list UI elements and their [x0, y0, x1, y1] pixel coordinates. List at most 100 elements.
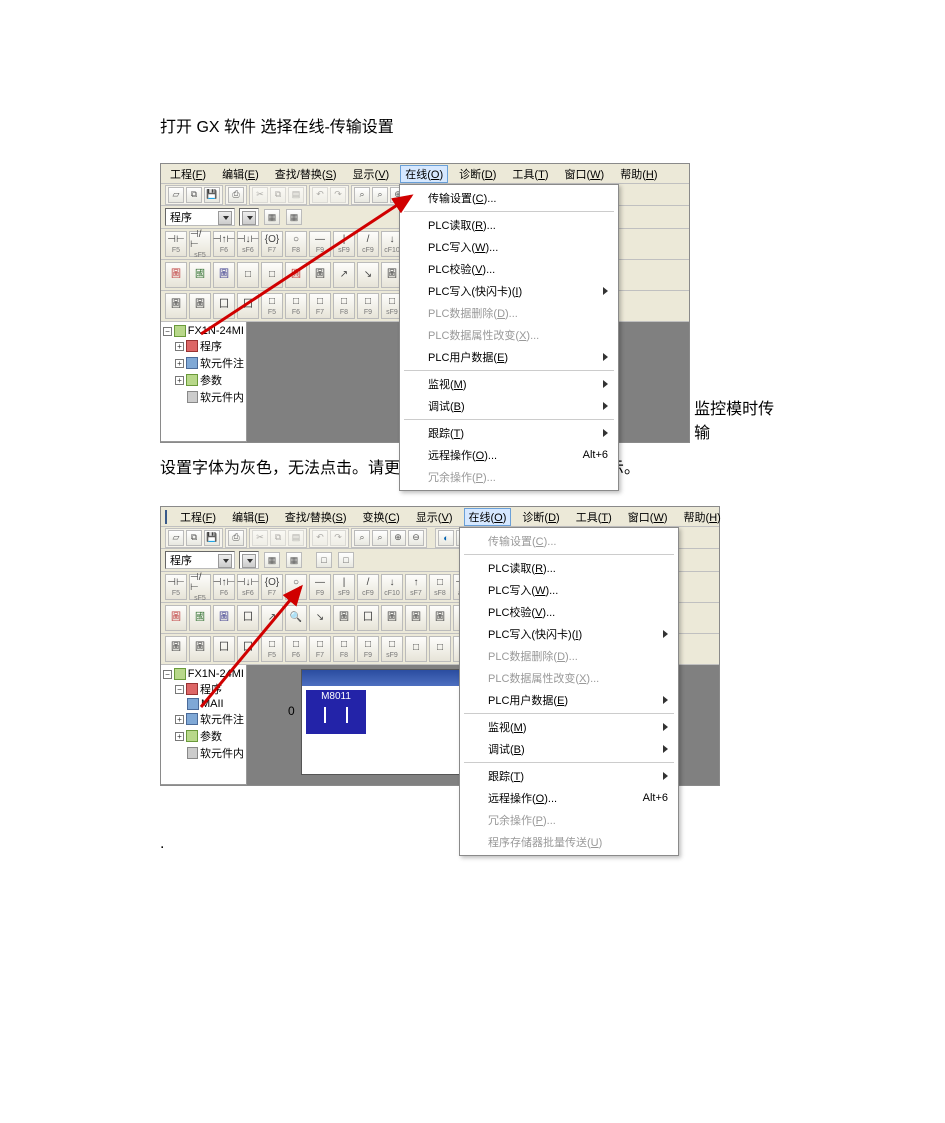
toolbar-button[interactable]: —F9	[309, 574, 331, 600]
menu-item[interactable]: 帮助(H)	[679, 508, 726, 526]
project-tree[interactable]: −FX1N-24MI +程序 +软元件注 +参数 软元件内	[161, 322, 247, 442]
toolbar-button[interactable]: 圖	[309, 262, 331, 288]
menu-item[interactable]: PLC写入(快闪卡)(I)	[400, 280, 618, 302]
menu-item[interactable]: 传输设置(C)...	[400, 187, 618, 209]
find-button[interactable]: ⌕	[354, 530, 370, 546]
menu-item[interactable]: PLC用户数据(E)	[460, 689, 678, 711]
menu-item[interactable]: 跟踪(T)	[400, 422, 618, 444]
menu-item[interactable]: 在线(O)	[400, 165, 448, 183]
tree-toggle-icon[interactable]: −	[163, 327, 172, 336]
tree-toggle-icon[interactable]: −	[163, 670, 172, 679]
toolbar-button[interactable]: □F8	[333, 636, 355, 662]
toolbar-button[interactable]: 囗	[213, 636, 235, 662]
menu-item[interactable]: 远程操作(O)...Alt+6	[400, 444, 618, 466]
tree-toggle-icon[interactable]: +	[175, 715, 184, 724]
tree-device-comment[interactable]: 软元件注	[200, 355, 244, 371]
program-combo[interactable]: 程序	[165, 551, 235, 569]
menu-item[interactable]: 远程操作(O)...Alt+6	[460, 787, 678, 809]
menu-item[interactable]: 在线(O)	[464, 508, 512, 526]
toolbar-button[interactable]: ↘	[309, 605, 331, 631]
toolbar-button[interactable]: 圖	[165, 293, 187, 319]
toolbar-button[interactable]: 囗	[237, 636, 259, 662]
toolbar-button[interactable]: □sF8	[429, 574, 451, 600]
tree-root[interactable]: FX1N-24MI	[188, 668, 244, 680]
menu-item[interactable]: 编辑(E)	[217, 165, 264, 183]
save-button[interactable]: 💾	[204, 187, 220, 203]
tree-device-mem[interactable]: 软元件内	[200, 745, 244, 761]
toolbar-button[interactable]: ○F8	[285, 231, 307, 257]
find-next-button[interactable]: ⌕	[372, 187, 388, 203]
undo-button[interactable]: ↶	[312, 187, 328, 203]
toolbar-button[interactable]: 圖	[165, 636, 187, 662]
online-dropdown-menu[interactable]: 传输设置(C)...PLC读取(R)...PLC写入(W)...PLC校验(V)…	[399, 184, 619, 491]
menu-item[interactable]: 工程(F)	[175, 508, 221, 526]
toolbar-button[interactable]: 國	[189, 605, 211, 631]
toolbar-button[interactable]: ↑sF7	[405, 574, 427, 600]
menu-item[interactable]: 窗口(W)	[559, 165, 609, 183]
menu-item[interactable]: PLC读取(R)...	[460, 557, 678, 579]
toolbar-button[interactable]: 圖	[165, 605, 187, 631]
tree-toggle-icon[interactable]: +	[175, 359, 184, 368]
toolbar-button[interactable]: 圖	[213, 605, 235, 631]
toolbar-button[interactable]: □F5	[261, 293, 283, 319]
toolbar-button[interactable]: □F8	[333, 293, 355, 319]
toolbar-button[interactable]: □F6	[285, 293, 307, 319]
toolbar-button[interactable]: 囗	[213, 293, 235, 319]
menu-item[interactable]: 帮助(H)	[615, 165, 662, 183]
find-button[interactable]: ⌕	[354, 187, 370, 203]
toolbar-button[interactable]: □F7	[309, 293, 331, 319]
toolbar-button[interactable]: 圖	[189, 293, 211, 319]
menu-item[interactable]: PLC读取(R)...	[400, 214, 618, 236]
toolbar-button[interactable]: ⊣/⊢sF5	[189, 231, 211, 257]
toolbar-button[interactable]: ⊣/⊢sF5	[189, 574, 211, 600]
toolbar-button[interactable]: /cF9	[357, 574, 379, 600]
menu-item[interactable]: 监视(M)	[400, 373, 618, 395]
menu-item[interactable]: 工程(F)	[165, 165, 211, 183]
toolbar-button[interactable]: □F9	[357, 293, 379, 319]
toolbar-button[interactable]: ⊣↓⊢sF6	[237, 574, 259, 600]
toolbar-button[interactable]: □	[405, 636, 427, 662]
toolbar-button[interactable]: □sF9	[381, 636, 403, 662]
tree-main[interactable]: MAII	[201, 698, 224, 710]
toolbar-button[interactable]: /cF9	[357, 231, 379, 257]
menu-item[interactable]: 窗口(W)	[623, 508, 673, 526]
toolbar-button[interactable]: ⊣↑⊢F6	[213, 574, 235, 600]
cut-button[interactable]: ✂	[252, 530, 268, 546]
open-file-button[interactable]: ⧉	[186, 187, 202, 203]
toolbar-button[interactable]: 圖	[213, 262, 235, 288]
menu-bar[interactable]: 工程(F)编辑(E)查找/替换(S)变换(C)显示(V)在线(O)诊断(D)工具…	[161, 507, 719, 527]
paste-button[interactable]: ▤	[288, 187, 304, 203]
redo-button[interactable]: ↷	[330, 530, 346, 546]
toolbar-button[interactable]: ↓cF10	[381, 574, 403, 600]
new-file-button[interactable]: ▱	[168, 187, 184, 203]
tb-btn[interactable]: □	[316, 552, 332, 568]
paste-button[interactable]: ▤	[288, 530, 304, 546]
menu-item[interactable]: PLC校验(V)...	[460, 601, 678, 623]
menu-item[interactable]: PLC用户数据(E)	[400, 346, 618, 368]
device-cell[interactable]: M8011	[306, 690, 366, 734]
tree-device-comment[interactable]: 软元件注	[200, 711, 244, 727]
tree-device-mem[interactable]: 软元件内	[200, 389, 244, 405]
find-next-button[interactable]: ⌕	[372, 530, 388, 546]
tree-toggle-icon[interactable]: +	[175, 732, 184, 741]
zoom-button[interactable]: ⊕	[390, 530, 406, 546]
menu-item[interactable]: 工具(T)	[507, 165, 553, 183]
toolbar-button[interactable]: □F5	[261, 636, 283, 662]
tree-program[interactable]: 程序	[200, 338, 222, 354]
toolbar-button[interactable]: □	[237, 262, 259, 288]
tree-program[interactable]: 程序	[200, 681, 222, 697]
toolbar-button[interactable]: 圖	[165, 262, 187, 288]
toolbar-button[interactable]: {O}F7	[261, 231, 283, 257]
redo-button[interactable]: ↷	[330, 187, 346, 203]
menu-item[interactable]: 跟踪(T)	[460, 765, 678, 787]
toolbar-button[interactable]: 圖	[333, 605, 355, 631]
toolbar-button[interactable]: ⊣↑⊢F6	[213, 231, 235, 257]
copy-button[interactable]: ⧉	[270, 187, 286, 203]
menu-item[interactable]: 显示(V)	[348, 165, 395, 183]
menu-item[interactable]: PLC写入(快闪卡)(I)	[460, 623, 678, 645]
tree-root[interactable]: FX1N-24MI	[188, 325, 244, 337]
tb-btn[interactable]: □	[338, 552, 354, 568]
tree-param[interactable]: 参数	[200, 728, 222, 744]
menu-item[interactable]: 查找/替换(S)	[280, 508, 352, 526]
menu-item[interactable]: 显示(V)	[411, 508, 458, 526]
